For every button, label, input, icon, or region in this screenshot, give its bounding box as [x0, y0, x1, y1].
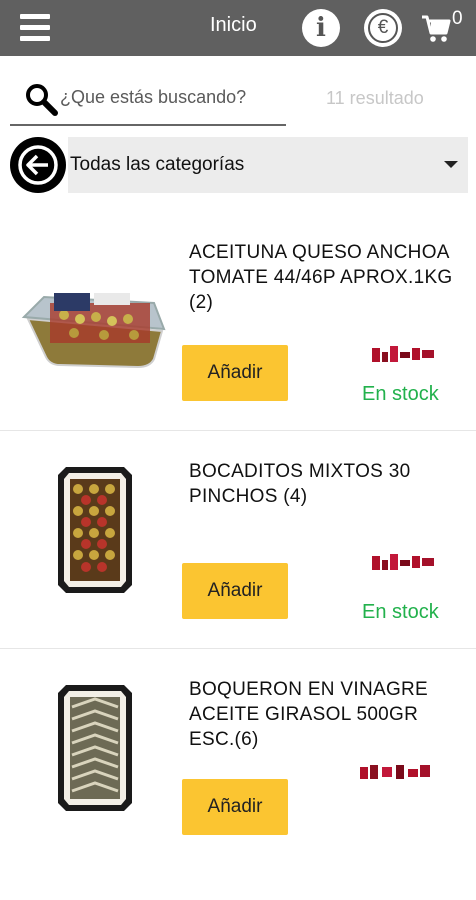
product-image: [21, 293, 166, 369]
info-button[interactable]: i: [302, 9, 340, 47]
price-obscured: [372, 554, 434, 570]
cart-button[interactable]: [420, 12, 452, 44]
add-to-cart-button[interactable]: Añadir: [182, 779, 288, 835]
menu-icon[interactable]: [20, 14, 50, 42]
product-name: BOCADITOS MIXTOS 30 PINCHOS (4): [189, 461, 411, 507]
arrow-left-icon: [18, 145, 58, 185]
info-icon: i: [316, 13, 326, 43]
add-to-cart-button[interactable]: Añadir: [182, 563, 288, 619]
product-image: [58, 467, 132, 593]
back-button[interactable]: [10, 137, 66, 193]
cart-count-badge: 0: [452, 8, 463, 29]
stock-status: En stock: [362, 383, 439, 405]
category-select[interactable]: Todas las categorías: [68, 137, 468, 193]
product-card: BOCADITOS MIXTOS 30 PINCHOS (4) Añadir E…: [0, 431, 476, 649]
price-obscured: [360, 765, 430, 779]
currency-button[interactable]: €: [364, 9, 402, 47]
chevron-down-icon: [444, 161, 458, 168]
result-count: 11 resultado: [326, 88, 424, 108]
euro-icon: €: [368, 13, 398, 43]
product-card: BOQUERON EN VINAGRE ACEITE GIRASOL 500GR…: [0, 649, 476, 866]
price-obscured: [372, 346, 434, 362]
search-icon: [26, 84, 58, 116]
add-to-cart-button[interactable]: Añadir: [182, 345, 288, 401]
search-input[interactable]: [60, 80, 282, 114]
product-name: ACEITUNA QUESO ANCHOA TOMATE 44/46P APRO…: [189, 242, 453, 313]
product-card: ACEITUNA QUESO ANCHOA TOMATE 44/46P APRO…: [0, 213, 476, 431]
page-title: Inicio: [210, 14, 257, 36]
cart-icon: [422, 15, 451, 42]
stock-status: En stock: [362, 601, 439, 623]
top-app-bar: Inicio i € 0: [0, 0, 476, 56]
product-image: [58, 685, 132, 811]
category-select-value: Todas las categorías: [70, 154, 245, 175]
search-bar: [10, 76, 286, 126]
product-name: BOQUERON EN VINAGRE ACEITE GIRASOL 500GR…: [189, 679, 429, 750]
